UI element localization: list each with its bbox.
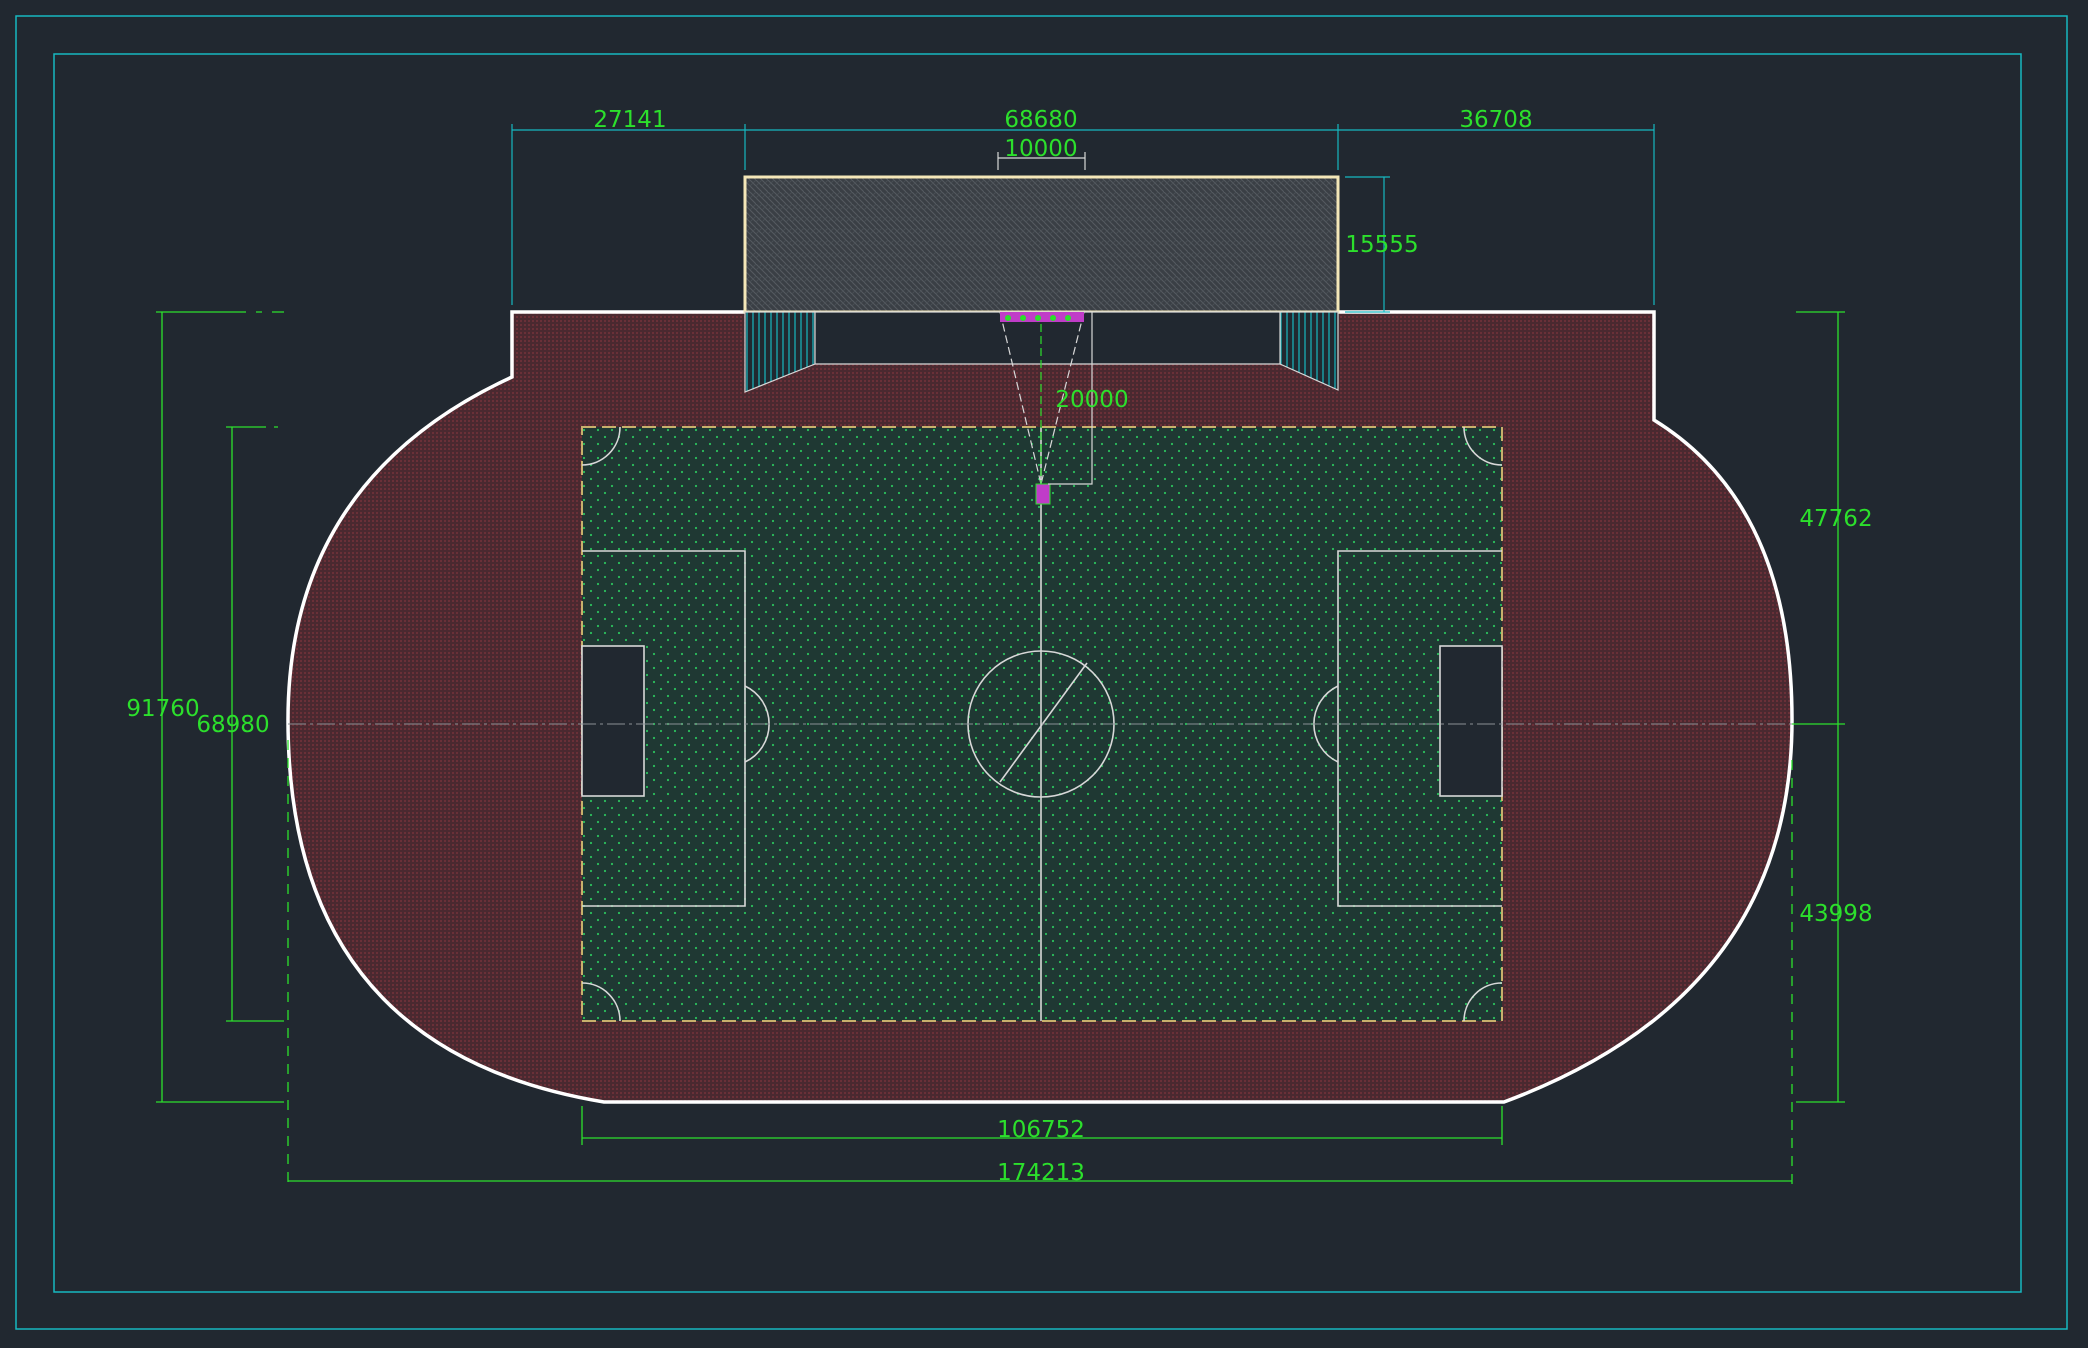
dim-top-left: 27141 <box>593 107 666 133</box>
dim-top-middle: 68680 <box>1004 107 1077 133</box>
dim-overall-height: 91760 <box>126 696 199 722</box>
camera-position-icon <box>1035 483 1051 505</box>
dim-stand-section: 10000 <box>1004 136 1077 162</box>
grandstand <box>743 175 1340 314</box>
dim-upper-half: 47762 <box>1799 506 1872 532</box>
dim-lower-half: 43998 <box>1799 901 1872 927</box>
stand-camera-icon <box>1000 312 1084 322</box>
dim-overall-length: 174213 <box>997 1160 1085 1186</box>
dim-field-length: 106752 <box>997 1117 1085 1143</box>
dim-stand-depth: 15555 <box>1345 232 1418 258</box>
dim-field-height: 68980 <box>196 712 269 738</box>
dim-camera-distance: 20000 <box>1055 387 1128 413</box>
site-plan-drawing: 27141 68680 36708 10000 15555 20000 9176… <box>15 15 2068 1330</box>
dim-top-right: 36708 <box>1459 107 1532 133</box>
